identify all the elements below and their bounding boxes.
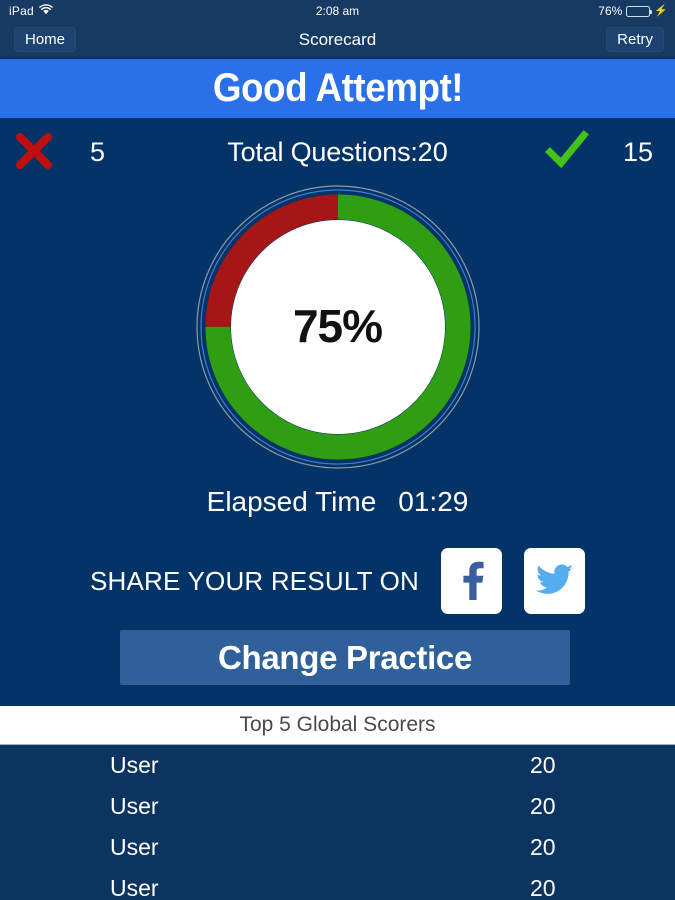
- twitter-icon: [535, 564, 574, 599]
- correct-count: 15: [622, 136, 653, 167]
- page-title: Scorecard: [298, 30, 377, 49]
- leaderboard-row[interactable]: User 20: [0, 868, 675, 900]
- scorecard-screen: iPad 2:08 am 76% ⚡ Home Scorecard Retry …: [0, 0, 675, 900]
- leaderboard-row-name: User: [110, 834, 159, 860]
- leaderboard-row-score: 20: [530, 793, 556, 819]
- battery-percent-label: 76%: [598, 4, 623, 18]
- facebook-icon: [455, 560, 489, 603]
- leaderboard-list[interactable]: User 20 User 20 User 20 User 20: [0, 745, 675, 900]
- elapsed-time-label: Elapsed Time: [206, 486, 377, 517]
- leaderboard-row-name: User: [110, 793, 159, 819]
- result-banner: Good Attempt!: [0, 59, 675, 118]
- battery-icon: [626, 5, 653, 17]
- leaderboard-header: Top 5 Global Scorers: [0, 706, 675, 745]
- leaderboard-row[interactable]: User 20: [0, 745, 675, 786]
- leaderboard-row[interactable]: User 20: [0, 827, 675, 868]
- share-row: SHARE YOUR RESULT ON: [0, 548, 675, 614]
- leaderboard-row-score: 20: [530, 875, 556, 900]
- donut-graphic: 75%: [194, 183, 482, 471]
- score-percent-label: 75%: [292, 299, 383, 352]
- twitter-share-button[interactable]: [524, 548, 586, 614]
- leaderboard-row-score: 20: [530, 834, 556, 860]
- leaderboard-row-score: 20: [530, 752, 556, 778]
- status-bar-clock: 2:08 am: [315, 4, 360, 18]
- leaderboard-title: Top 5 Global Scorers: [239, 713, 436, 736]
- total-questions-value: 20: [417, 136, 448, 167]
- retry-button[interactable]: Retry: [606, 27, 664, 52]
- elapsed-time-row: Elapsed Time 01:29: [0, 486, 675, 518]
- lightning-bolt-icon: ⚡: [654, 4, 668, 17]
- status-bar: iPad 2:08 am 76% ⚡: [0, 0, 675, 22]
- leaderboard-row[interactable]: User 20: [0, 786, 675, 827]
- leaderboard-row-name: User: [110, 752, 159, 778]
- change-practice-button[interactable]: Change Practice: [120, 630, 570, 685]
- status-bar-right: 76% ⚡: [598, 4, 668, 18]
- score-donut-chart: 75%: [0, 183, 675, 471]
- share-label: SHARE YOUR RESULT ON: [89, 565, 420, 596]
- elapsed-time-value: 01:29: [398, 486, 469, 517]
- leaderboard-row-name: User: [110, 875, 159, 900]
- green-check-icon: [545, 129, 589, 176]
- total-questions-label: Total Questions:: [227, 136, 418, 167]
- navigation-bar: Home Scorecard Retry: [0, 22, 675, 58]
- result-banner-text: Good Attempt!: [212, 66, 463, 110]
- facebook-share-button[interactable]: [441, 548, 503, 614]
- stats-row: 5 Total Questions: 20 15: [0, 124, 675, 180]
- correct-stat: 15: [545, 124, 653, 180]
